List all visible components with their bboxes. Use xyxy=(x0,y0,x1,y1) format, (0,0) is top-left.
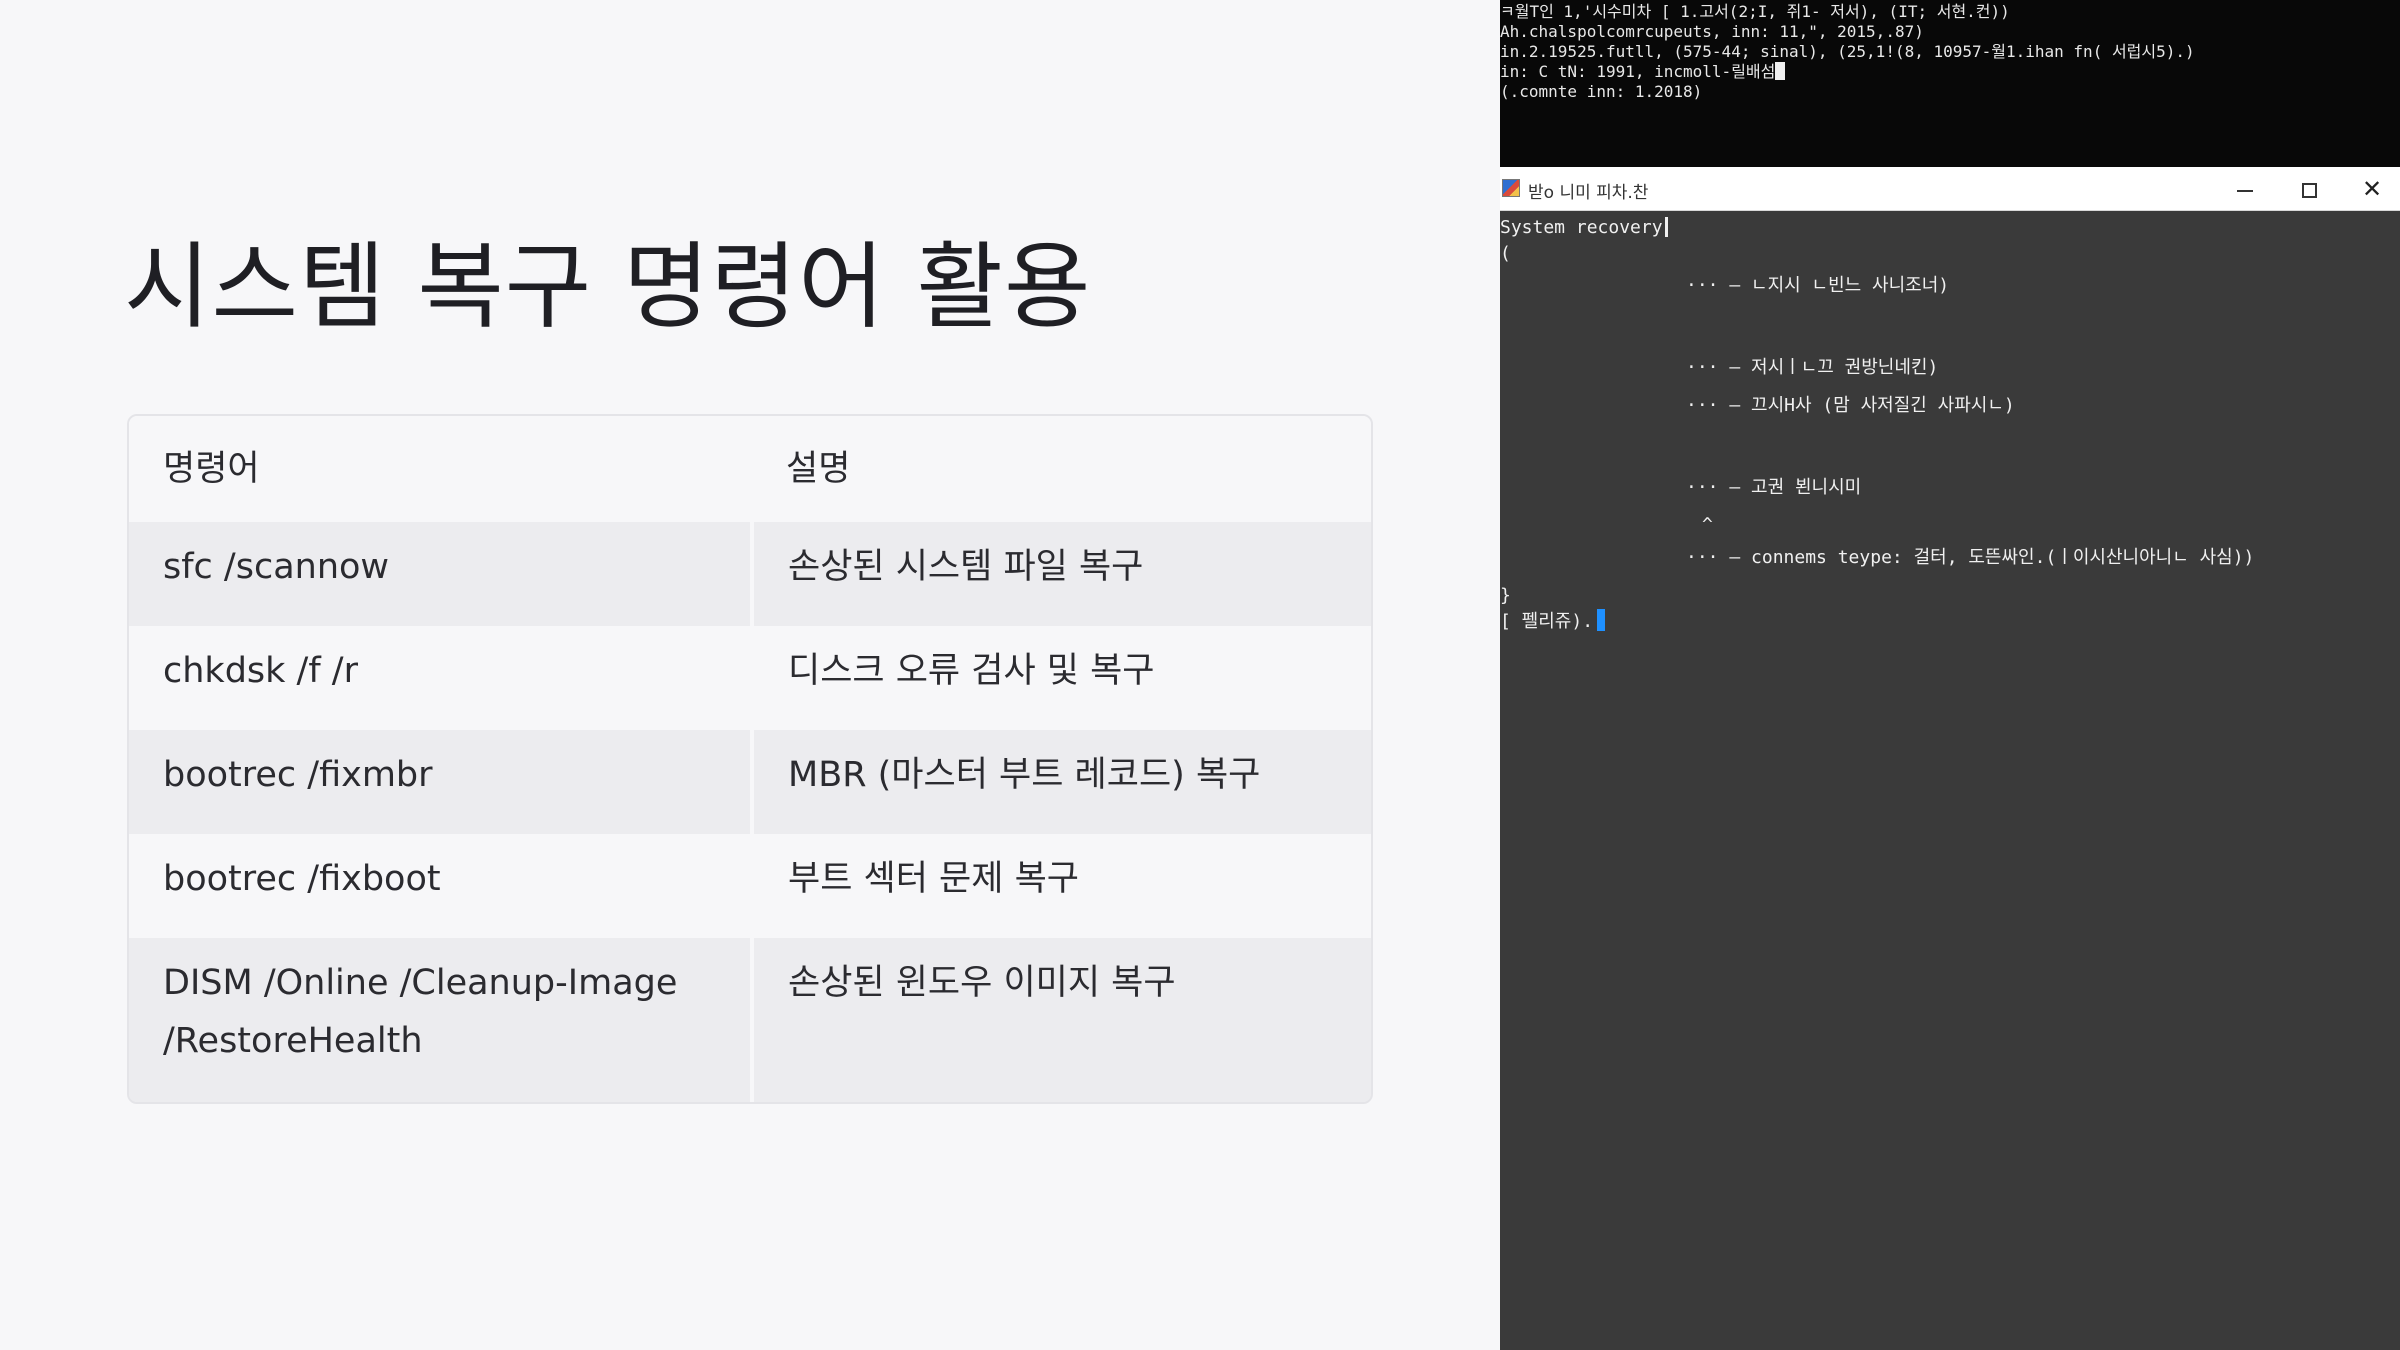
table-row: bootrec /fixmbr MBR (마스터 부트 레코드) 복구 xyxy=(129,730,1371,834)
table-header-command: 명령어 xyxy=(129,416,752,522)
terminal-item: ··· – ㄴ지시 ㄴ빈느 사니조너) xyxy=(1686,275,1950,296)
minimize-button[interactable] xyxy=(2213,167,2277,211)
description-cell: 손상된 시스템 파일 복구 xyxy=(752,522,1371,626)
table-header-description: 설명 xyxy=(752,416,1371,522)
console-line: Ah.chalspolcomrcupeuts, inn: 11,", 2015,… xyxy=(1500,22,1924,41)
background-console-output: ㅋ월T인 1,'시수미차 [ 1.고서(2;I, 쥐1- 저서), (IT; 서… xyxy=(1500,0,2400,167)
console-line: in.2.19525.futll, (575-44; sinal), (25,1… xyxy=(1500,42,2195,61)
slide-panel: 시스템 복구 명령어 활용 명령어 설명 sfc /scannow 손상된 시스… xyxy=(0,0,1500,1350)
command-table: 명령어 설명 sfc /scannow 손상된 시스템 파일 복구 chkdsk… xyxy=(127,414,1373,1104)
command-cell: DISM /Online /Cleanup-Image /RestoreHeal… xyxy=(129,938,754,1102)
terminal-console[interactable]: System recovery ( ··· – ㄴ지시 ㄴ빈느 사니조너) ··… xyxy=(1500,211,2400,1350)
command-line-2: /RestoreHealth xyxy=(163,1021,423,1061)
command-cell: bootrec /fixboot xyxy=(129,834,754,938)
terminal-brace-open: ( xyxy=(1500,243,1511,264)
maximize-icon xyxy=(2301,183,2317,198)
table-row: chkdsk /f /r 디스크 오류 검사 및 복구 xyxy=(129,626,1371,730)
description-cell: 디스크 오류 검사 및 복구 xyxy=(752,626,1371,730)
close-icon: ✕ xyxy=(2361,175,2383,203)
command-cell: bootrec /fixmbr xyxy=(129,730,754,834)
description-cell: 부트 섹터 문제 복구 xyxy=(752,834,1371,938)
window-title: 받o 니미 피차.찬 xyxy=(1528,183,1649,203)
terminal-heading: System recovery xyxy=(1500,217,1668,239)
console-line: in: C tN: 1991, incmoll-릴배섬 xyxy=(1500,62,2400,82)
close-button[interactable]: ✕ xyxy=(2340,167,2400,211)
table-header-row: 명령어 설명 xyxy=(129,416,1371,522)
app-icon xyxy=(1502,179,1520,197)
terminal-brace-close: } xyxy=(1500,585,1511,606)
terminal-item: ··· – 고권 뵌니시미 xyxy=(1686,477,1862,498)
maximize-button[interactable] xyxy=(2277,167,2341,211)
description-cell: 손상된 윈도우 이미지 복구 xyxy=(752,938,1371,1102)
terminal-pane: ㅋ월T인 1,'시수미차 [ 1.고서(2;I, 쥐1- 저서), (IT; 서… xyxy=(1500,0,2400,1350)
table-row: DISM /Online /Cleanup-Image /RestoreHeal… xyxy=(129,938,1371,1102)
console-line: (.comnte inn: 1.2018) xyxy=(1500,82,1703,101)
terminal-caret: ^ xyxy=(1702,514,1713,535)
table-row: sfc /scannow 손상된 시스템 파일 복구 xyxy=(129,522,1371,626)
ibeam-cursor-icon xyxy=(1664,217,1668,237)
window-titlebar[interactable]: 받o 니미 피차.찬 ✕ xyxy=(1500,167,2400,211)
command-cell: sfc /scannow xyxy=(129,522,754,626)
text-cursor xyxy=(1775,62,1786,80)
terminal-item: ··· – 끄시H사 (맘 사저질긴 사파시ㄴ) xyxy=(1686,395,2015,416)
minimize-icon xyxy=(2237,189,2253,192)
text-cursor xyxy=(1597,609,1606,631)
terminal-prompt[interactable]: [ 펠리쥬). xyxy=(1500,609,1606,633)
terminal-item: ··· – connems teype: 걸터, 도뜬싸인.(ㅣ이시산니아니ㄴ … xyxy=(1686,547,2255,568)
console-line: ㅋ월T인 1,'시수미차 [ 1.고서(2;I, 쥐1- 저서), (IT; 서… xyxy=(1500,2,2010,21)
terminal-item: ··· – 저시ㅣㄴ끄 권방닌네킨) xyxy=(1686,357,1939,378)
slide-title: 시스템 복구 명령어 활용 xyxy=(124,233,1092,342)
description-cell: MBR (마스터 부트 레코드) 복구 xyxy=(752,730,1371,834)
command-cell: chkdsk /f /r xyxy=(129,626,754,730)
command-line-1: DISM /Online /Cleanup-Image xyxy=(163,963,678,1003)
table-row: bootrec /fixboot 부트 섹터 문제 복구 xyxy=(129,834,1371,938)
